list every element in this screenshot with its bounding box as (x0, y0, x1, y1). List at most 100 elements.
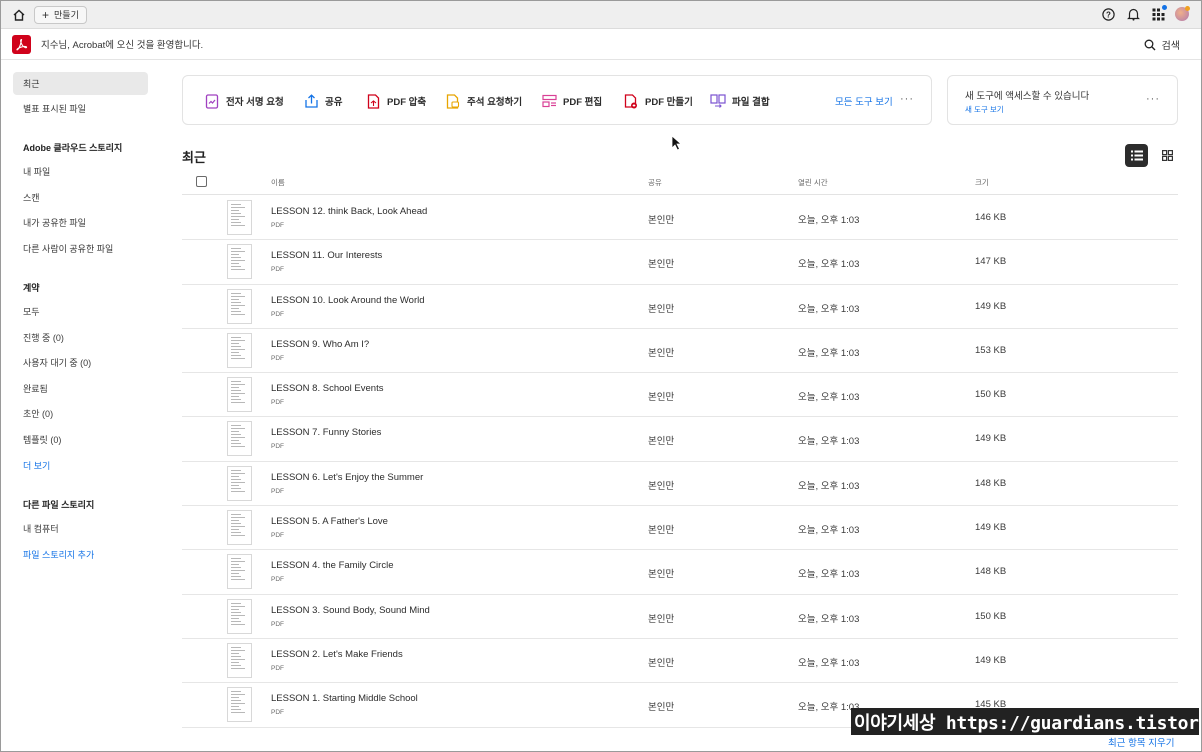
file-name[interactable]: LESSON 4. the Family Circle (271, 560, 393, 571)
sidebar-item-in-progress[interactable]: 진행 중 (0) (13, 326, 148, 349)
file-thumbnail (227, 510, 252, 546)
sidebar-item-completed[interactable]: 완료됨 (13, 377, 148, 400)
sidebar-item-drafts[interactable]: 초안 (0) (13, 402, 148, 425)
file-size: 148 KB (975, 477, 1007, 489)
table-row[interactable]: LESSON 4. the Family Circle PDF 본인만 오늘, 오후 … (182, 550, 1178, 595)
file-opened-time: 오늘, 오후 1:03 (798, 569, 860, 581)
column-header-size[interactable]: 크기 (975, 177, 989, 188)
search-label: 검색 (1161, 41, 1180, 52)
sidebar-item-shared-by-you[interactable]: 내가 공유한 파일 (13, 211, 148, 234)
tools-more-button[interactable]: ··· (900, 93, 914, 105)
sidebar-add-storage-link[interactable]: 파일 스토리지 추가 (13, 543, 148, 566)
sidebar-item-shared-by-others[interactable]: 다른 사람이 공유한 파일 (13, 237, 148, 260)
tool-share[interactable]: 공유 (303, 91, 342, 111)
table-row[interactable]: LESSON 5. A Father's Love PDF 본인만 오늘, 오후 1:… (182, 506, 1178, 551)
table-row[interactable]: LESSON 9. Who Am I? PDF 본인만 오늘, 오후 1:03 153 … (182, 329, 1178, 374)
tool-label: PDF 편집 (563, 97, 603, 108)
file-name[interactable]: LESSON 7. Funny Stories (271, 427, 381, 438)
column-header-opened[interactable]: 열린 시간 (798, 177, 828, 188)
table-row[interactable]: LESSON 8. School Events PDF 본인만 오늘, 오후 1:03… (182, 373, 1178, 418)
sidebar-item-agreements-all[interactable]: 모두 (13, 300, 148, 323)
promo-link[interactable]: 새 도구 보기 (965, 104, 1004, 115)
file-opened-time: 오늘, 오후 1:03 (798, 215, 860, 226)
tool-request-comments[interactable]: 주석 요청하기 (445, 91, 522, 111)
file-type: PDF (271, 354, 284, 362)
sidebar-more-link[interactable]: 더 보기 (13, 454, 148, 477)
apps-notification-dot (1162, 5, 1167, 10)
file-opened-time: 오늘, 오후 1:03 (798, 480, 860, 492)
tool-create-pdf[interactable]: PDF 만들기 (623, 91, 693, 111)
file-name[interactable]: LESSON 2. Let's Make Friends (271, 649, 403, 660)
file-size: 149 KB (975, 433, 1007, 445)
column-header-shared[interactable]: 공유 (648, 177, 662, 188)
esign-icon (204, 93, 220, 109)
file-name[interactable]: LESSON 1. Starting Middle School (271, 693, 418, 704)
file-thumbnail (227, 642, 252, 678)
help-button[interactable]: ? (1100, 6, 1116, 22)
tool-compress-pdf[interactable]: PDF 압축 (365, 91, 426, 111)
sidebar-item-scans[interactable]: 스캔 (13, 186, 148, 209)
search-button[interactable]: 검색 (1144, 37, 1180, 52)
file-name[interactable]: LESSON 11. Our Interests (271, 250, 382, 261)
tool-edit-pdf[interactable]: PDF 편집 (541, 91, 602, 111)
clear-recent-link[interactable]: 최근 항목 지우기 (1108, 735, 1174, 749)
notifications-button[interactable] (1125, 6, 1141, 22)
file-size: 148 KB (975, 566, 1007, 578)
grid-view-button[interactable] (1156, 144, 1179, 167)
comment-request-icon (445, 93, 461, 109)
sidebar-item-recent[interactable]: 최근 (13, 72, 148, 95)
file-shared: 본인만 (648, 657, 675, 669)
table-row[interactable]: LESSON 12. think Back, Look Ahead PDF 본인만 오… (182, 196, 1178, 241)
sidebar-item-waiting[interactable]: 사용자 대기 중 (0) (13, 351, 148, 374)
file-thumbnail (227, 332, 252, 368)
file-name[interactable]: LESSON 5. A Father's Love (271, 516, 388, 527)
compress-pdf-icon (365, 93, 381, 109)
file-name[interactable]: LESSON 10. Look Around the World (271, 295, 425, 306)
avatar-status-dot (1185, 6, 1190, 11)
file-size: 150 KB (975, 610, 1007, 622)
promo-more-button[interactable]: ··· (1146, 93, 1160, 105)
avatar[interactable] (1175, 6, 1190, 21)
file-type: PDF (271, 487, 284, 495)
tool-combine-files[interactable]: 파일 결합 (710, 91, 770, 111)
sidebar-item-my-computer[interactable]: 내 컴퓨터 (13, 517, 148, 540)
sidebar-item-templates[interactable]: 템플릿 (0) (13, 428, 148, 451)
sidebar: 최근 별표 표시된 파일 Adobe 클라우드 스토리지 내 파일 스캔 내가 … (1, 60, 162, 751)
file-thumbnail (227, 687, 252, 723)
table-row[interactable]: LESSON 7. Funny Stories PDF 본인만 오늘, 오후 1:03… (182, 417, 1178, 462)
table-row[interactable]: LESSON 10. Look Around the World PDF 본인만 오늘… (182, 285, 1178, 329)
table-row[interactable]: LESSON 6. Let's Enjoy the Summer PDF 본인만 오늘… (182, 462, 1178, 507)
file-size: 150 KB (975, 389, 1007, 401)
tool-label: 파일 결합 (732, 97, 770, 108)
file-thumbnail (227, 377, 252, 413)
sidebar-item-starred[interactable]: 별표 표시된 파일 (13, 97, 148, 120)
file-name[interactable]: LESSON 12. think Back, Look Ahead (271, 206, 427, 217)
all-tools-link[interactable]: 모든 도구 보기 (835, 94, 893, 108)
file-size: 146 KB (975, 212, 1007, 223)
file-shared: 본인만 (648, 436, 675, 448)
file-name[interactable]: LESSON 6. Let's Enjoy the Summer (271, 472, 423, 483)
table-row[interactable]: LESSON 11. Our Interests PDF 본인만 오늘, 오후 1:0… (182, 240, 1178, 285)
share-icon (303, 93, 319, 109)
home-button[interactable] (6, 2, 32, 28)
acrobat-logo (12, 34, 31, 54)
sidebar-item-my-files[interactable]: 내 파일 (13, 160, 148, 183)
watermark: 이야기세상 https://guardians.tistory.com (851, 708, 1199, 735)
tool-request-esign[interactable]: 전자 서명 요청 (204, 91, 284, 111)
table-row[interactable]: LESSON 2. Let's Make Friends PDF 본인만 오늘, 오후… (182, 639, 1178, 684)
plus-icon: + (42, 7, 50, 22)
new-tab-button[interactable]: + 만들기 (34, 5, 87, 24)
list-view-button[interactable] (1125, 144, 1148, 167)
file-list: LESSON 12. think Back, Look Ahead PDF 본인만 오… (182, 196, 1178, 728)
file-name[interactable]: LESSON 8. School Events (271, 383, 383, 394)
column-header-name[interactable]: 이름 (271, 177, 285, 188)
tool-label: PDF 압축 (387, 97, 427, 108)
apps-button[interactable] (1150, 5, 1167, 22)
file-type: PDF (271, 266, 284, 274)
bell-icon (1126, 8, 1140, 21)
file-opened-time: 오늘, 오후 1:03 (798, 259, 860, 271)
select-all-checkbox[interactable] (196, 176, 207, 187)
file-name[interactable]: LESSON 3. Sound Body, Sound Mind (271, 605, 430, 616)
file-name[interactable]: LESSON 9. Who Am I? (271, 339, 369, 350)
table-row[interactable]: LESSON 3. Sound Body, Sound Mind PDF 본인만 오늘… (182, 595, 1178, 639)
